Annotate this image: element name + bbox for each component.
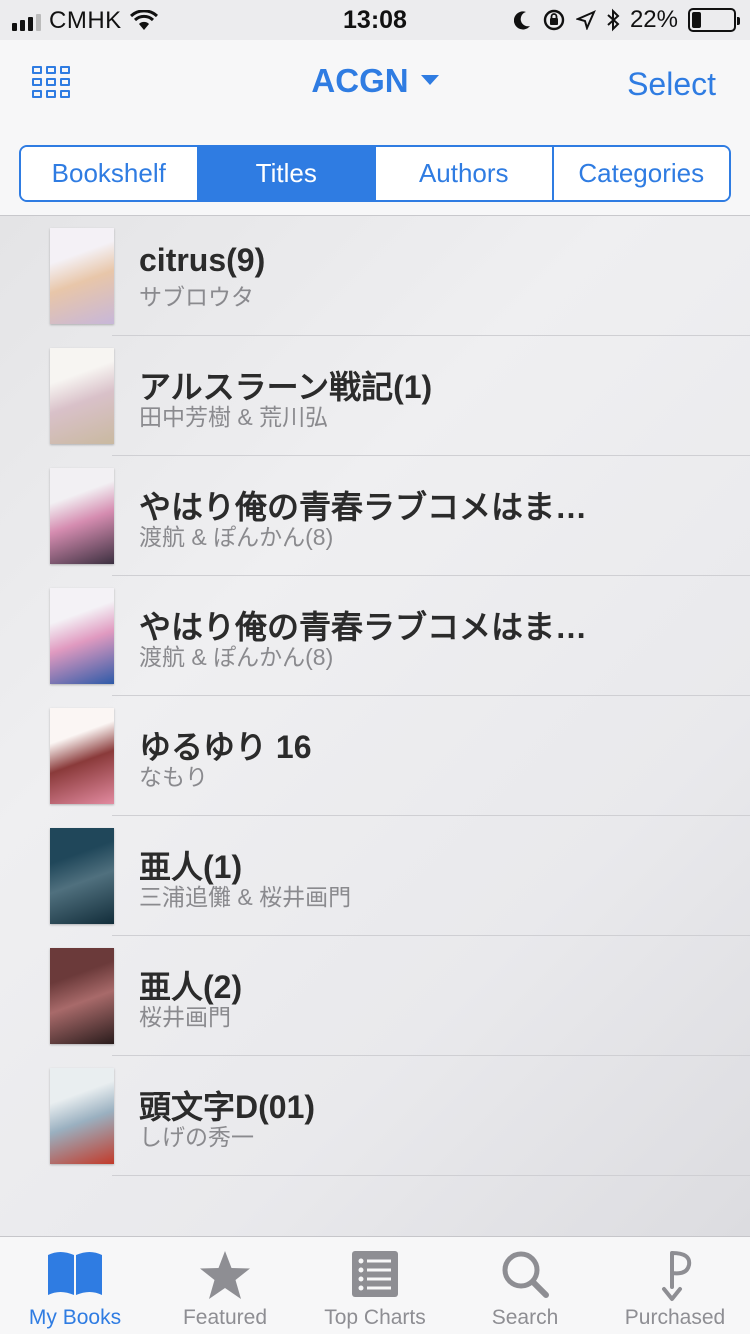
book-row[interactable]: やはり俺の青春ラブコメはま… 渡航 & ぽんかん(8) (0, 576, 750, 696)
tab-label: Purchased (624, 1306, 726, 1329)
book-author: 田中芳樹 & 荒川弘 (139, 404, 329, 430)
book-author: 渡航 & ぽんかん(8) (139, 524, 334, 550)
segment-categories[interactable]: Categories (551, 147, 729, 200)
caret-down-icon (420, 75, 439, 86)
purchased-icon (662, 1251, 692, 1301)
battery-icon (688, 8, 740, 32)
nav-bar: ACGN Select (0, 40, 750, 128)
book-row[interactable]: やはり俺の青春ラブコメはま… 渡航 & ぽんかん(8) (0, 456, 750, 576)
bluetooth-icon (607, 8, 620, 32)
book-cover (50, 468, 114, 564)
book-author: 渡航 & ぽんかん(8) (139, 644, 334, 670)
book-icon (48, 1252, 102, 1295)
tab-my-books[interactable]: My Books (0, 1237, 150, 1334)
book-cover (50, 348, 114, 444)
segment-authors[interactable]: Authors (374, 147, 552, 200)
book-author: しげの秀一 (139, 1124, 254, 1150)
row-divider (112, 1175, 750, 1176)
tab-label: Search (491, 1306, 559, 1329)
location-arrow-icon (575, 10, 596, 30)
collection-title: ACGN (311, 62, 409, 99)
tab-label: My Books (28, 1306, 122, 1329)
battery-percent: 22% (629, 6, 678, 33)
book-row[interactable]: アルスラーン戦記(1) 田中芳樹 & 荒川弘 (0, 336, 750, 456)
segment-bookshelf[interactable]: Bookshelf (21, 147, 197, 200)
segment-bar: Bookshelf Titles Authors Categories (0, 128, 750, 216)
tab-bar: My Books Featured Top Charts Search Purc… (0, 1236, 750, 1334)
book-cover (50, 228, 114, 324)
status-bar: CMHK 13:08 22% (0, 0, 750, 40)
book-cover (50, 948, 114, 1044)
book-author: なもり (139, 764, 208, 790)
tab-label: Featured (182, 1306, 268, 1329)
list-icon (352, 1251, 398, 1297)
book-row[interactable]: 亜人(2) 桜井画門 (0, 936, 750, 1056)
tab-search[interactable]: Search (450, 1237, 600, 1334)
book-title: citrus(9) (139, 242, 266, 278)
rotation-lock-icon (543, 9, 565, 31)
book-list: citrus(9) サブロウタ アルスラーン戦記(1) 田中芳樹 & 荒川弘 や… (0, 216, 750, 1236)
book-author: 三浦追儺 & 桜井画門 (139, 884, 352, 910)
view-segmented-control: Bookshelf Titles Authors Categories (19, 145, 731, 202)
book-cover (50, 1068, 114, 1164)
battery-fill (692, 12, 701, 28)
star-icon (200, 1251, 250, 1299)
book-cover (50, 828, 114, 924)
book-row[interactable]: citrus(9) サブロウタ (0, 216, 750, 336)
book-author: サブロウタ (139, 284, 254, 310)
segment-titles[interactable]: Titles (196, 147, 374, 200)
tab-label: Top Charts (324, 1306, 426, 1329)
book-cover (50, 708, 114, 804)
book-cover (50, 588, 114, 684)
book-author: 桜井画門 (139, 1004, 231, 1030)
search-icon (502, 1251, 549, 1298)
tab-featured[interactable]: Featured (150, 1237, 300, 1334)
moon-icon (513, 11, 530, 30)
book-row[interactable]: 頭文字D(01) しげの秀一 (0, 1056, 750, 1176)
select-button[interactable]: Select (627, 66, 716, 103)
book-row[interactable]: ゆるゆり 16 なもり (0, 696, 750, 816)
tab-top-charts[interactable]: Top Charts (300, 1237, 450, 1334)
tab-purchased[interactable]: Purchased (600, 1237, 750, 1334)
book-row[interactable]: 亜人(1) 三浦追儺 & 桜井画門 (0, 816, 750, 936)
